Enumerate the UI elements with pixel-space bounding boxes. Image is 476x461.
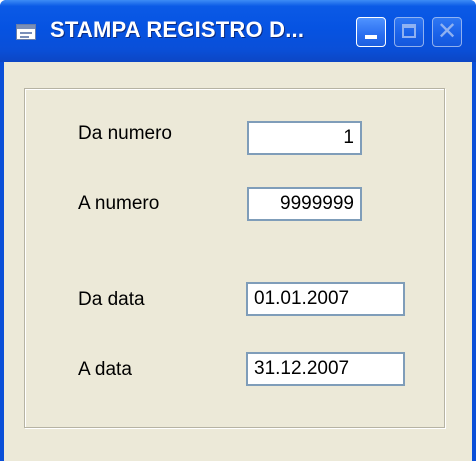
parameters-group: Da numero 1 A numero 9999999 Da data 01.… [24,88,445,428]
dialog-window: STAMPA REGISTRO D... ✕ Da numero 1 A num… [0,0,476,461]
close-icon: ✕ [437,18,458,45]
from-number-label: Da numero [78,123,172,144]
to-number-field[interactable]: 9999999 [247,187,362,221]
minimize-button[interactable] [356,17,386,47]
close-button[interactable]: ✕ [432,17,462,47]
maximize-icon [402,24,416,38]
from-number-field[interactable]: 1 [247,121,362,155]
window-title: STAMPA REGISTRO D... [50,17,305,42]
form-icon[interactable] [16,24,36,40]
from-date-label: Da data [78,289,145,310]
title-bar[interactable]: STAMPA REGISTRO D... ✕ [0,0,476,62]
to-number-label: A numero [78,193,160,214]
to-date-label: A data [78,359,132,380]
maximize-button[interactable] [394,17,424,47]
from-date-field[interactable]: 01.01.2007 [246,282,405,316]
minimize-icon [365,35,377,39]
to-date-field[interactable]: 31.12.2007 [246,352,405,386]
dialog-body: Da numero 1 A numero 9999999 Da data 01.… [4,62,472,461]
